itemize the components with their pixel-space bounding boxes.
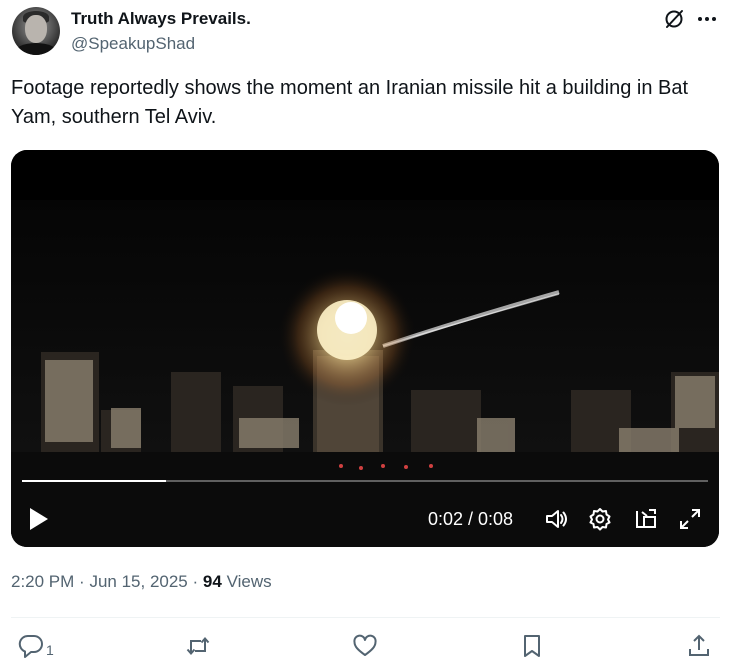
author-display-name[interactable]: Truth Always Prevails. [71, 9, 251, 29]
video-frame [11, 150, 719, 547]
bookmark-icon [524, 635, 540, 657]
share-button[interactable] [686, 631, 712, 661]
video-time-readout: 0:02 / 0:08 [428, 509, 514, 529]
like-button[interactable] [352, 631, 378, 661]
reply-button[interactable]: 1 [18, 631, 54, 661]
tweet-date[interactable]: Jun 15, 2025 [89, 572, 187, 591]
repost-button[interactable] [185, 631, 211, 661]
repost-icon [186, 636, 210, 656]
more-icon[interactable] [695, 8, 719, 30]
video-progress-track[interactable] [22, 480, 708, 482]
avatar[interactable] [12, 7, 60, 55]
volume-icon[interactable] [543, 506, 569, 532]
share-icon [689, 634, 709, 656]
reply-icon [18, 634, 43, 658]
tweet-timestamp-row: 2:20 PM · Jun 15, 2025 · 94 Views [11, 571, 272, 593]
meta-separator: · [192, 572, 199, 591]
grok-icon[interactable] [663, 8, 685, 30]
views-count: 94 [202, 572, 222, 591]
reply-count: 1 [46, 642, 54, 658]
views-label: Views [226, 572, 272, 591]
video-player[interactable]: 0:02 / 0:08 [11, 150, 719, 547]
author-handle[interactable]: @SpeakupShad [71, 34, 195, 54]
meta-separator: · [79, 572, 85, 591]
heart-icon [353, 634, 377, 656]
tweet-time[interactable]: 2:20 PM [11, 572, 74, 591]
divider [11, 617, 720, 618]
video-progress-fill [22, 480, 167, 482]
play-icon[interactable] [27, 506, 51, 532]
settings-gear-icon[interactable] [587, 506, 613, 532]
tweet-text: Footage reportedly shows the moment an I… [11, 77, 689, 128]
picture-in-picture-icon[interactable] [633, 506, 659, 532]
fullscreen-icon[interactable] [677, 506, 703, 532]
bookmark-button[interactable] [519, 631, 545, 661]
